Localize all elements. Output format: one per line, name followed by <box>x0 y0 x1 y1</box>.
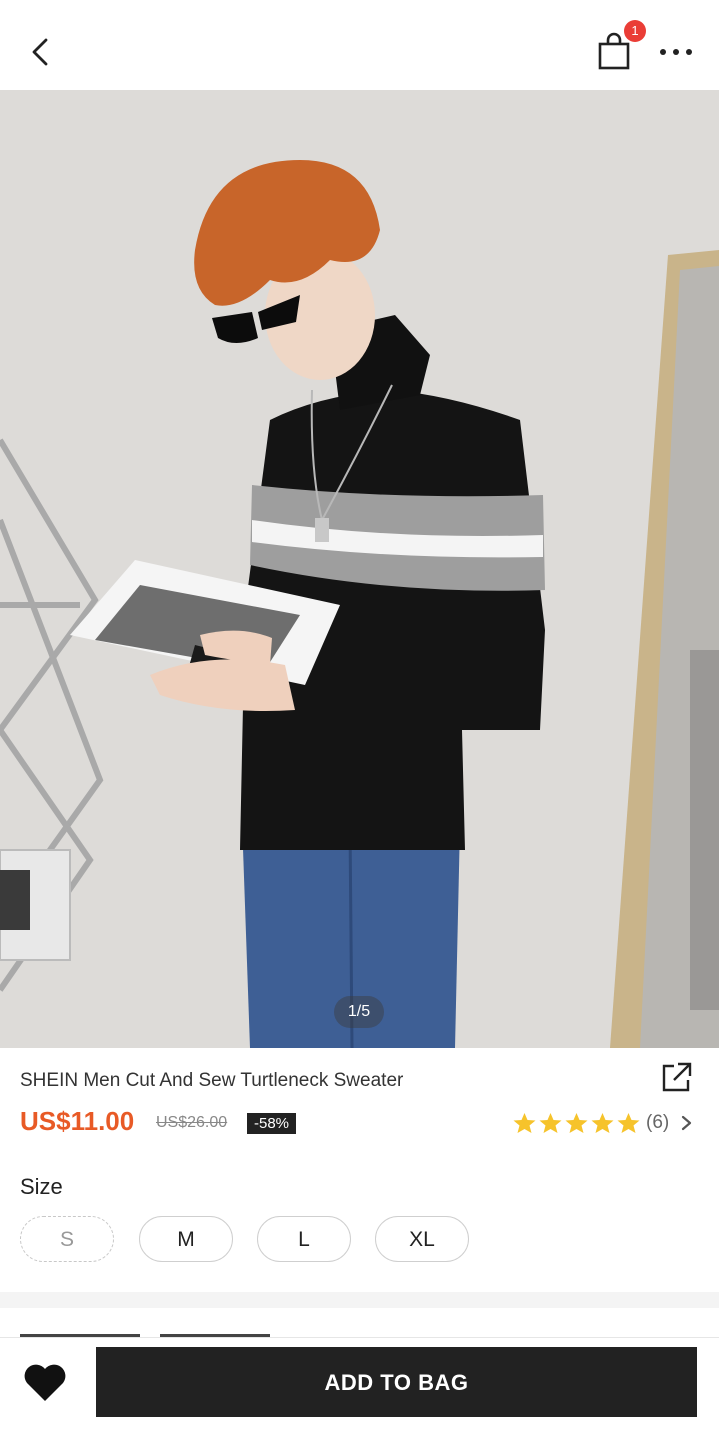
rating-summary[interactable]: (6) <box>512 1110 697 1136</box>
heart-icon <box>24 1364 66 1401</box>
star-icon <box>617 1113 640 1133</box>
discount-badge: -58% <box>247 1113 297 1134</box>
more-dots-icon <box>660 49 692 55</box>
cart-count-badge: 1 <box>624 20 646 42</box>
sale-price: US$11.00 <box>20 1106 135 1136</box>
size-label: Size <box>20 1174 63 1199</box>
product-photo-illustration <box>0 90 719 1048</box>
add-to-bag-button[interactable]: ADD TO BAG <box>96 1347 697 1417</box>
product-title: SHEIN Men Cut And Sew Turtleneck Sweater <box>20 1070 404 1091</box>
back-button[interactable] <box>22 30 62 74</box>
wishlist-button[interactable] <box>22 1362 68 1404</box>
size-option-l[interactable]: L <box>257 1216 351 1262</box>
share-button[interactable] <box>660 1060 694 1094</box>
chevron-right-icon <box>682 1115 692 1131</box>
star-icon <box>513 1113 536 1133</box>
product-image[interactable] <box>0 90 719 1048</box>
size-option-xl[interactable]: XL <box>375 1216 469 1262</box>
chevron-left-icon <box>32 38 48 66</box>
size-option-m[interactable]: M <box>139 1216 233 1262</box>
section-divider <box>0 1292 719 1308</box>
size-option-s[interactable]: S <box>20 1216 114 1262</box>
image-counter: 1/5 <box>334 996 384 1028</box>
star-icon <box>539 1113 562 1133</box>
more-button[interactable] <box>656 38 696 62</box>
share-icon <box>662 1062 692 1092</box>
star-icon <box>565 1113 588 1133</box>
rating-count: (6) <box>646 1112 670 1133</box>
star-icon <box>591 1113 614 1133</box>
original-price: US$26.00 <box>156 1114 228 1131</box>
